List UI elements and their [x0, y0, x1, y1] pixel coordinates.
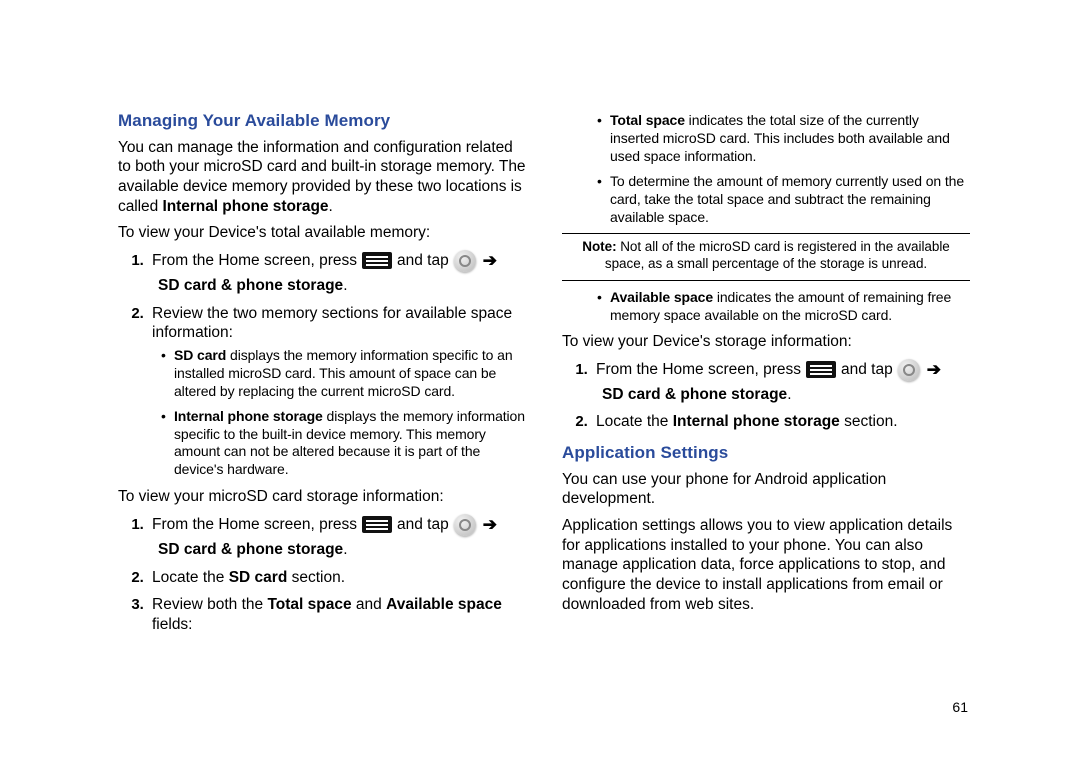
menu-icon [362, 516, 392, 533]
steps-list-storage: From the Home screen, press and tap ➔ SD… [562, 359, 970, 432]
right-bullets-avail: Available space indicates the amount of … [562, 289, 970, 325]
intro-paragraph: You can manage the information and confi… [118, 138, 526, 217]
sd-phone-storage-label-3: SD card & phone storage [602, 386, 787, 403]
app-settings-p2: Application settings allows you to view … [562, 516, 970, 614]
bullet-determine: To determine the amount of memory curren… [610, 173, 970, 227]
step-1-line: From the Home screen, press and tap ➔ [152, 250, 526, 272]
bullet-determine-text: To determine the amount of memory curren… [610, 173, 964, 225]
st-step-2-pre: Locate the [596, 413, 673, 430]
step-1: From the Home screen, press and tap ➔ SD… [148, 250, 526, 296]
bullet-total-bold: Total space [610, 112, 685, 128]
rule-bottom [562, 280, 970, 281]
right-column: Total space indicates the total size of … [562, 110, 970, 643]
st-step-1: From the Home screen, press and tap ➔ SD… [592, 359, 970, 405]
columns: Managing Your Available Memory You can m… [118, 110, 970, 643]
settings-icon [454, 514, 476, 536]
st-step-1-pre: From the Home screen, press [596, 360, 801, 380]
bullet-sd-bold: SD card [174, 347, 226, 363]
steps-list-sd: From the Home screen, press and tap ➔ SD… [118, 514, 526, 635]
right-bullets-top: Total space indicates the total size of … [562, 112, 970, 226]
st-step-2-after: section. [840, 413, 898, 430]
view-total-memory-text: To view your Device's total available me… [118, 223, 526, 243]
intro-bold: Internal phone storage [162, 198, 328, 215]
sd-step-3-mid: and [352, 596, 386, 613]
note-text: Not all of the microSD card is registere… [605, 239, 950, 271]
rule-top [562, 233, 970, 234]
sd-step-2-pre: Locate the [152, 569, 229, 586]
step-1-sub: SD card & phone storage. [158, 276, 526, 296]
arrow-icon: ➔ [483, 250, 497, 272]
left-column: Managing Your Available Memory You can m… [118, 110, 526, 643]
settings-icon [454, 250, 476, 272]
arrow-icon: ➔ [483, 514, 497, 536]
step-2-text: Review the two memory sections for avail… [152, 305, 512, 342]
menu-icon [362, 252, 392, 269]
arrow-icon: ➔ [927, 359, 941, 381]
bullet-internal-storage: Internal phone storage displays the memo… [174, 408, 526, 480]
st-step-2: Locate the Internal phone storage sectio… [592, 412, 970, 432]
sd-step-3-pre: Review both the [152, 596, 267, 613]
steps-list-total: From the Home screen, press and tap ➔ SD… [118, 250, 526, 479]
st-step-1-mid: and tap [841, 360, 893, 380]
note-bold: Note: [582, 239, 616, 254]
sd-phone-storage-label: SD card & phone storage [158, 277, 343, 294]
sd-step-1-line: From the Home screen, press and tap ➔ [152, 514, 526, 536]
sd-step-1: From the Home screen, press and tap ➔ SD… [148, 514, 526, 560]
st-step-2-bold: Internal phone storage [673, 413, 840, 430]
heading-application-settings: Application Settings [562, 442, 970, 464]
sd-step-2-bold: SD card [229, 569, 288, 586]
note-paragraph: Note: Not all of the microSD card is reg… [562, 239, 970, 273]
bullet-sd-card: SD card displays the memory information … [174, 347, 526, 401]
sd-step-2: Locate the SD card section. [148, 568, 526, 588]
sd-step-3-after: fields: [152, 616, 193, 633]
step-2-bullets: SD card displays the memory information … [152, 347, 526, 479]
sd-step-2-after: section. [287, 569, 345, 586]
step-1-pre: From the Home screen, press [152, 251, 357, 271]
document-page: Managing Your Available Memory You can m… [0, 0, 1080, 771]
sd-step-1-sub: SD card & phone storage. [158, 540, 526, 560]
page-number: 61 [952, 699, 968, 715]
step-1-mid: and tap [397, 251, 449, 271]
heading-managing-memory: Managing Your Available Memory [118, 110, 526, 132]
st-step-1-sub: SD card & phone storage. [602, 385, 970, 405]
sd-step-3-bold2: Available space [386, 596, 502, 613]
view-storage-info-text: To view your Device's storage informatio… [562, 332, 970, 352]
menu-icon [806, 361, 836, 378]
sd-step-1-mid: and tap [397, 515, 449, 535]
sd-phone-storage-label-2: SD card & phone storage [158, 541, 343, 558]
sd-step-1-pre: From the Home screen, press [152, 515, 357, 535]
sd-step-3: Review both the Total space and Availabl… [148, 595, 526, 634]
st-step-1-line: From the Home screen, press and tap ➔ [596, 359, 970, 381]
bullet-avail-bold: Available space [610, 289, 713, 305]
settings-icon [898, 359, 920, 381]
bullet-total-space: Total space indicates the total size of … [610, 112, 970, 166]
step-2: Review the two memory sections for avail… [148, 304, 526, 480]
sd-step-3-bold1: Total space [267, 596, 351, 613]
app-settings-p1: You can use your phone for Android appli… [562, 470, 970, 509]
view-sd-info-text: To view your microSD card storage inform… [118, 487, 526, 507]
bullet-avail-space: Available space indicates the amount of … [610, 289, 970, 325]
bullet-ips-bold: Internal phone storage [174, 408, 323, 424]
